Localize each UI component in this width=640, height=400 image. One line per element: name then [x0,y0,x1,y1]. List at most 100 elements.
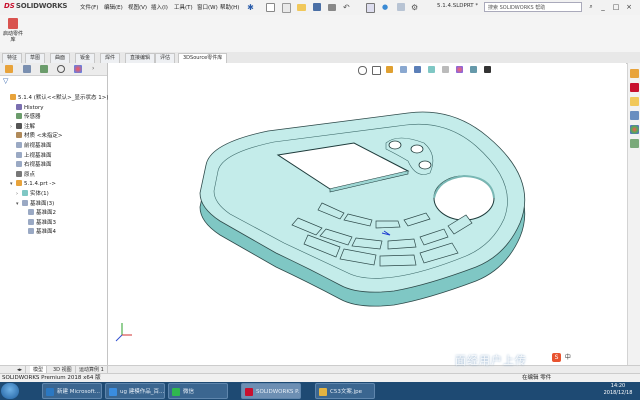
menu-file[interactable]: 文件(F) [80,3,98,13]
launch-parts-library-button[interactable]: 启动零件库 [2,17,24,47]
sogou-logo-icon: S [552,353,561,362]
tab-sheet-metal[interactable]: 钣金 [75,53,96,63]
new-document-icon[interactable] [282,3,291,13]
tab-sketch[interactable]: 草图 [25,53,46,63]
tree-item[interactable]: 原点 [10,170,35,179]
small-hole-2 [410,144,424,154]
custom-properties-icon[interactable] [630,139,639,148]
menu-tools[interactable]: 工具(T) [174,3,193,13]
panel-expand-icon[interactable]: › [92,65,100,73]
clock-date: 2018/12/18 [603,390,633,396]
tree-item[interactable]: 基准面4 [22,228,56,236]
print-icon[interactable] [328,4,336,11]
display-manager-icon[interactable] [74,65,82,73]
funnel-icon[interactable]: ▽ [3,77,8,85]
tree-node-icon [16,151,22,158]
tab-surface[interactable]: 曲面 [50,53,71,63]
options-gear-icon[interactable]: ⚙ [411,3,420,12]
menu-help[interactable]: 帮助(H) [220,3,239,13]
ime-toolbar[interactable]: S 中 [552,352,612,362]
tree-item[interactable]: History [10,103,44,112]
tree-item[interactable]: 传感器 [10,113,41,121]
previous-view-icon[interactable] [386,66,393,73]
display-style-icon[interactable] [428,66,435,73]
taskbar-item[interactable]: ug 建模作品_百... [105,383,165,399]
tab-features[interactable]: 特征 [2,53,23,63]
feature-manager-panel: › ▽ 5.1.4 (默认<<默认>_显示状态 1>) History 传感器 › 注解… [0,63,108,365]
minimize-button[interactable]: _ [598,2,608,12]
pin-icon[interactable]: ✱ [246,3,255,12]
taskbar-item[interactable]: SOLIDWORKS P... [241,383,301,399]
taskbar-item[interactable]: 微信 [168,383,228,399]
solidworks-logo[interactable]: DSSOLIDWORKS [4,2,67,13]
file-properties-icon[interactable] [397,3,405,11]
model-canvas [115,111,526,342]
tree-item[interactable]: 基准面2 [22,209,56,217]
design-library-icon[interactable] [630,83,639,92]
tree-node-icon [16,170,22,177]
taskbar-item-label: SOLIDWORKS P... [256,389,301,395]
tree-item-label: 5.1.4.prt -> [24,181,56,188]
appearances-icon[interactable] [630,125,639,134]
system-clock[interactable]: 14:20 2018/12/18 [598,383,638,397]
menu-edit[interactable]: 编辑(E) [104,3,123,13]
tree-item-label: 注解 [24,123,36,130]
undo-icon[interactable]: ↶ [343,3,352,12]
taskbar-item[interactable]: 新建 Microsoft... [42,383,102,399]
maximize-button[interactable]: □ [611,2,621,12]
tree-item[interactable]: 右视基准面 [10,161,52,169]
search-input[interactable]: 搜索 SOLIDWORKS 帮助 [484,2,582,12]
tree-item[interactable]: ▾ 基准面(3) [16,199,54,208]
view-orientation-icon[interactable] [414,66,421,73]
tree-item[interactable]: 基准面3 [22,218,56,227]
view-palette-icon[interactable] [630,111,639,120]
menu-window[interactable]: 窗口(W) [197,3,218,13]
tree-node-icon [16,180,22,187]
property-manager-icon[interactable] [23,65,31,73]
view-settings-icon[interactable] [484,66,491,73]
resources-icon[interactable] [630,69,639,78]
start-button[interactable] [1,383,19,399]
select-arrow-icon[interactable] [366,3,375,13]
hide-show-items-icon[interactable] [442,66,449,73]
save-icon[interactable] [313,3,321,11]
section-view-icon[interactable] [400,66,407,73]
tree-item[interactable]: › 注解 [10,122,36,131]
tree-item-label: History [24,104,44,111]
taskbar-item[interactable]: C53文案.jpe [315,383,375,399]
windows-taskbar: 新建 Microsoft... ug 建模作品_百... 微信 SOLIDWORKS … [0,382,640,400]
tree-item[interactable]: 5.1.4 (默认<<默认>_显示状态 1>) [4,94,108,102]
parts-library-icon [8,18,18,29]
ime-language[interactable]: 中 [565,354,571,361]
tree-item[interactable]: 上视基准面 [10,151,52,160]
tree-item[interactable]: ▾ 5.1.4.prt -> [10,180,56,188]
menu-insert[interactable]: 插入(I) [151,3,168,13]
tab-direct-editing[interactable]: 直接编辑 [125,53,156,63]
tree-node-icon [22,199,28,206]
tree-item[interactable]: › 实体(1) [16,190,49,198]
tree-item[interactable]: 材质 <未指定> [10,132,62,140]
small-hole-1 [388,140,402,150]
tab-evaluate[interactable]: 评估 [155,53,176,63]
graphics-viewport[interactable] [108,63,626,365]
dimxpert-icon[interactable] [57,65,65,73]
menu-view[interactable]: 视图(V) [128,3,147,13]
rebuild-icon[interactable]: ● [382,3,391,12]
close-button[interactable]: × [624,2,634,12]
search-icon[interactable]: ⌕ [586,2,596,12]
zoom-to-fit-icon[interactable] [358,66,367,75]
open-folder-icon[interactable] [297,4,306,11]
home-icon[interactable] [266,3,275,12]
tab-weldments[interactable]: 焊件 [100,53,121,63]
feature-tree-icon[interactable] [5,65,13,73]
taskbar-app-icon [319,388,327,396]
apply-scene-icon[interactable] [470,66,477,73]
tree-item[interactable]: 前视基准面 [10,142,52,150]
file-explorer-icon[interactable] [630,97,639,106]
configuration-manager-icon[interactable] [40,65,48,73]
zoom-area-icon[interactable] [372,66,381,75]
tree-item-label: 基准面4 [36,229,56,236]
edit-appearance-icon[interactable] [456,66,463,73]
tab-3dsource-library[interactable]: 3DSource零件库 [178,53,228,63]
taskbar-item-label: C53文案.jpe [330,389,362,395]
